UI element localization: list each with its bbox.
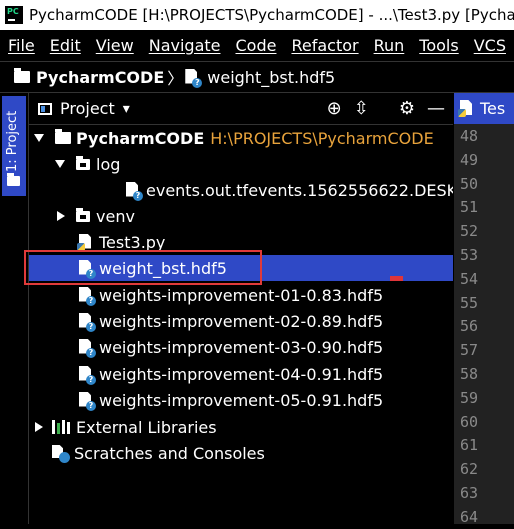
menu-edit[interactable]: Edit — [50, 36, 81, 55]
editor-tab-test3[interactable]: Tes — [454, 93, 514, 124]
pycharm-logo-icon — [5, 6, 23, 24]
tree-item-label: PycharmCODE — [76, 128, 205, 148]
chevron-right-icon[interactable] — [57, 211, 65, 221]
file-unknown-icon: ? — [126, 181, 143, 201]
left-tool-strip: 1: Project — [0, 93, 29, 524]
tree-item-events[interactable]: ? events.out.tfevents.1562556622.DESKTOP… — [29, 177, 453, 203]
menu-vcs[interactable]: VCS — [474, 36, 506, 55]
line-number: 55 — [460, 293, 479, 312]
folder-icon — [76, 155, 90, 170]
line-number: 59 — [460, 388, 479, 407]
breadcrumb-separator: 〉 — [167, 69, 184, 88]
tree-item-root[interactable]: PycharmCODE H:\PROJECTS\PycharmCODE — [29, 125, 453, 151]
file-unknown-icon: ? — [79, 286, 96, 306]
folder-icon — [14, 68, 30, 83]
tree-item-weights-05[interactable]: ? weights-improvement-05-0.91.hdf5 — [29, 387, 453, 413]
file-unknown-icon: ? — [79, 391, 96, 411]
line-number: 49 — [460, 150, 479, 169]
editor-tab-label: Tes — [480, 99, 506, 118]
tree-item-weights-01[interactable]: ? weights-improvement-01-0.83.hdf5 — [29, 282, 453, 308]
scratches-icon — [52, 445, 70, 463]
menu-navigate[interactable]: Navigate — [149, 36, 221, 55]
project-tree: PycharmCODE H:\PROJECTS\PycharmCODE log … — [29, 125, 453, 524]
window-titlebar: PycharmCODE [H:\PROJECTS\PycharmCODE] - … — [0, 0, 514, 30]
project-view-icon — [38, 102, 52, 115]
menu-view[interactable]: View — [96, 36, 134, 55]
menu-tools[interactable]: Tools — [419, 36, 458, 55]
folder-icon — [76, 207, 90, 222]
line-number: 48 — [460, 127, 479, 145]
line-number: 56 — [460, 317, 479, 336]
line-number: 51 — [460, 198, 479, 217]
project-tool-tab-label: 1: Project — [5, 110, 20, 172]
file-unknown-icon: ? — [185, 68, 203, 88]
chevron-right-icon[interactable] — [35, 422, 43, 432]
editor-gutter: 48 49 50 51 52 53 54 55 56 57 58 59 60 6… — [454, 124, 514, 526]
tree-item-log[interactable]: log — [29, 151, 453, 177]
window-title: PycharmCODE [H:\PROJECTS\PycharmCODE] - … — [29, 6, 514, 24]
tree-item-label: venv — [96, 206, 135, 226]
target-icon[interactable]: ⊕ — [327, 99, 342, 118]
tree-item-label: weights-improvement-01-0.83.hdf5 — [99, 285, 384, 305]
tree-item-weights-04[interactable]: ? weights-improvement-04-0.91.hdf5 — [29, 361, 453, 387]
menu-bar: File Edit View Navigate Code Refactor Ru… — [0, 30, 514, 60]
tree-item-scratches[interactable]: Scratches and Consoles — [29, 440, 453, 466]
line-number: 58 — [460, 364, 479, 383]
breadcrumb-file[interactable]: weight_bst.hdf5 — [207, 68, 335, 87]
line-number: 64 — [460, 507, 479, 526]
tree-item-label: External Libraries — [76, 417, 217, 437]
tree-item-external-libraries[interactable]: External Libraries — [29, 414, 453, 440]
menu-refactor[interactable]: Refactor — [291, 36, 358, 55]
folder-icon — [55, 129, 71, 144]
line-number: 50 — [460, 174, 479, 193]
line-number: 61 — [460, 436, 479, 455]
tree-item-label: weights-improvement-03-0.90.hdf5 — [99, 337, 384, 357]
file-unknown-icon: ? — [79, 365, 96, 385]
gear-icon[interactable]: ⚙ — [399, 99, 415, 118]
tree-item-label: log — [96, 154, 121, 174]
minimize-icon[interactable]: — — [427, 99, 445, 118]
line-number: 54 — [460, 269, 479, 288]
line-number: 62 — [460, 460, 479, 479]
folder-icon — [7, 173, 20, 186]
tree-item-label: Test3.py — [99, 232, 166, 252]
breadcrumb-project[interactable]: PycharmCODE — [36, 68, 164, 87]
project-tool-tab[interactable]: 1: Project — [2, 96, 26, 196]
tree-item-venv[interactable]: venv — [29, 203, 453, 229]
python-file-icon — [77, 233, 93, 251]
red-marker — [390, 276, 403, 281]
tree-item-label: events.out.tfevents.1562556622.DESKTOP-J… — [146, 180, 453, 200]
project-panel-header: Project ▾ ⊕ ⇳ ⚙ — — [29, 93, 453, 125]
collapse-icon[interactable]: ⇳ — [354, 99, 369, 118]
line-number: 63 — [460, 483, 479, 502]
chevron-down-icon[interactable] — [34, 134, 44, 142]
menu-file[interactable]: File — [8, 36, 35, 55]
line-number: 57 — [460, 341, 479, 360]
library-icon — [52, 420, 70, 434]
tree-item-label: weights-improvement-05-0.91.hdf5 — [99, 390, 384, 410]
project-panel-title[interactable]: Project — [60, 99, 115, 118]
tree-item-weights-03[interactable]: ? weights-improvement-03-0.90.hdf5 — [29, 334, 453, 360]
file-unknown-icon: ? — [79, 312, 96, 332]
tree-item-label: weights-improvement-04-0.91.hdf5 — [99, 364, 384, 384]
tree-item-label: weights-improvement-02-0.89.hdf5 — [99, 311, 384, 331]
tree-item-path: H:\PROJECTS\PycharmCODE — [210, 128, 434, 148]
chevron-down-icon[interactable] — [55, 160, 65, 168]
chevron-down-icon[interactable]: ▾ — [123, 101, 130, 117]
menu-code[interactable]: Code — [236, 36, 277, 55]
python-file-icon — [458, 100, 474, 117]
menu-run[interactable]: Run — [374, 36, 405, 55]
breadcrumb: PycharmCODE 〉 ? weight_bst.hdf5 — [0, 61, 514, 93]
line-number: 60 — [460, 412, 479, 431]
tree-item-label: Scratches and Consoles — [74, 443, 265, 463]
file-unknown-icon: ? — [79, 338, 96, 358]
line-number: 52 — [460, 222, 479, 241]
line-number: 53 — [460, 245, 479, 264]
highlight-box — [24, 250, 262, 285]
tree-item-weights-02[interactable]: ? weights-improvement-02-0.89.hdf5 — [29, 308, 453, 334]
